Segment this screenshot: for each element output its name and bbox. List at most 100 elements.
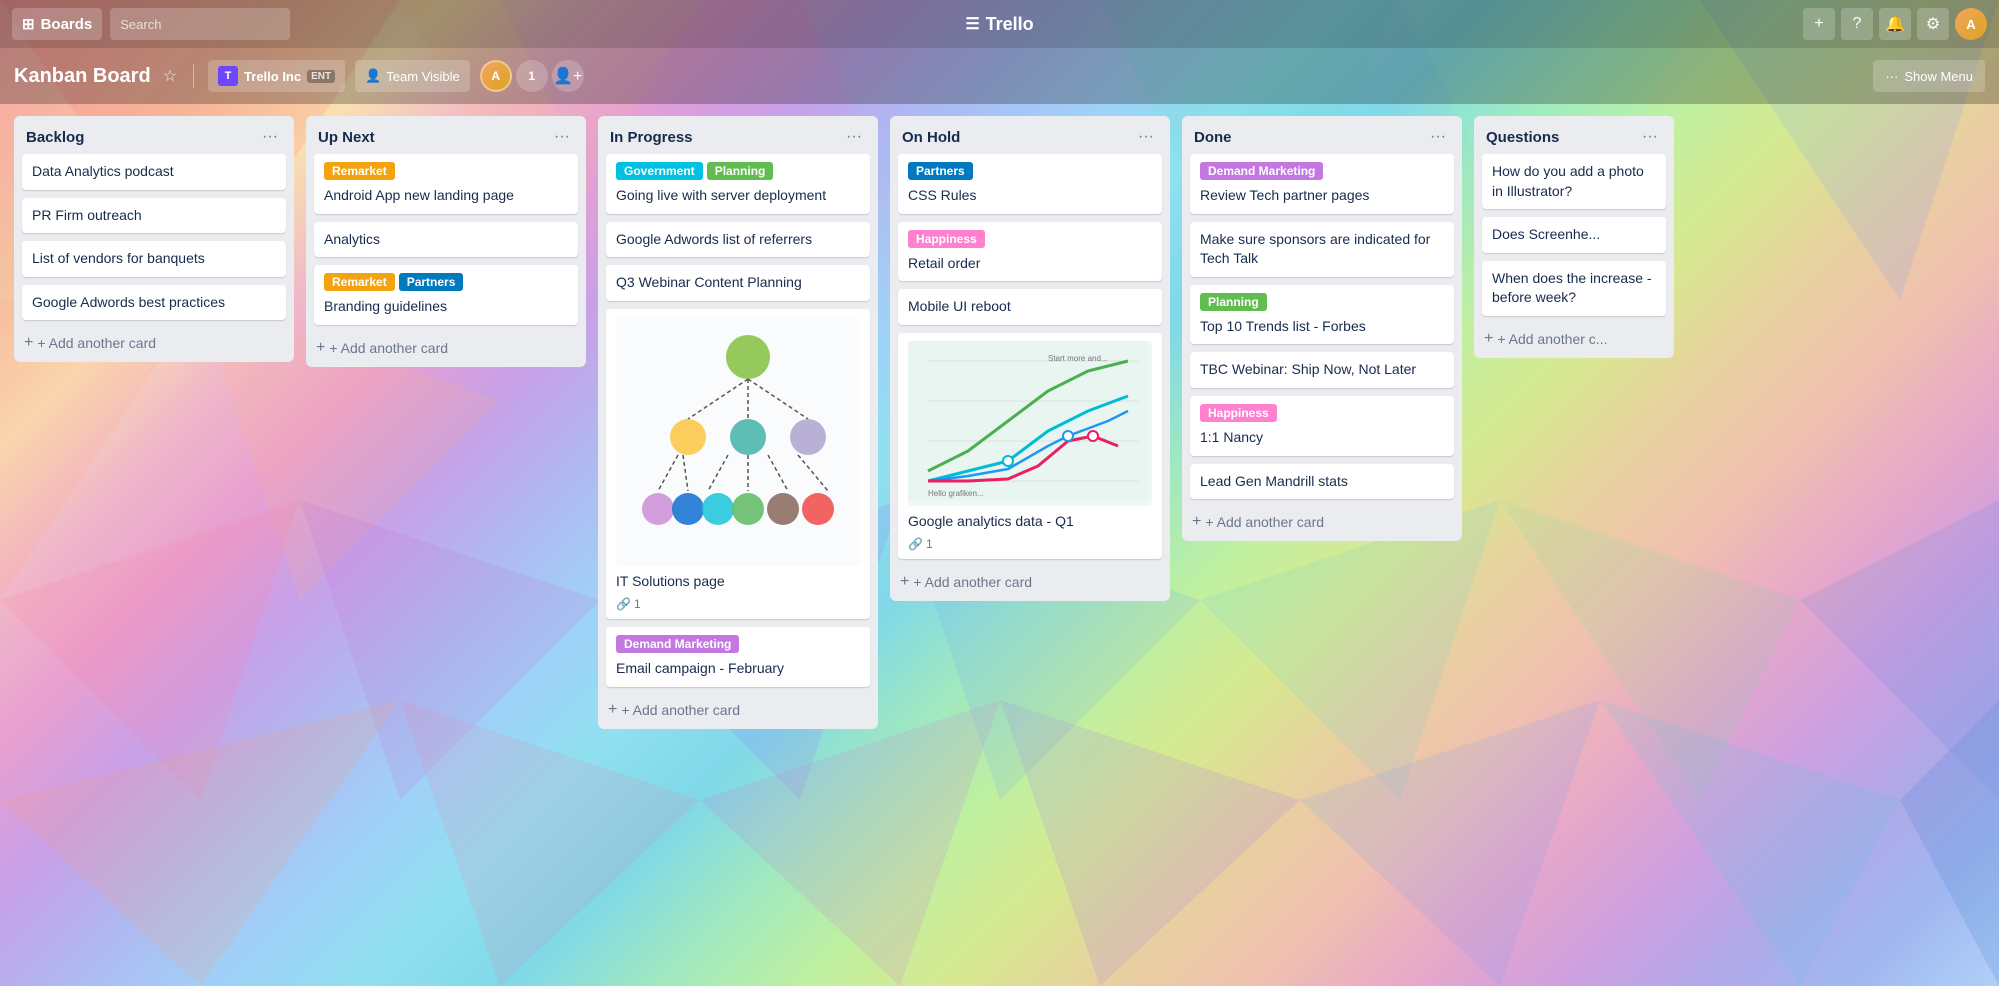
card-o4[interactable]: Hello grafiken... Start more and... Goog… <box>898 333 1162 560</box>
visibility-icon: 👤 <box>365 68 381 84</box>
column-menu-button[interactable]: ··· <box>1134 126 1158 148</box>
plus-icon: + <box>1814 15 1823 33</box>
divider <box>193 64 194 88</box>
add-card-icon: + <box>608 701 617 719</box>
card-p3[interactable]: Q3 Webinar Content Planning <box>606 265 870 301</box>
card-o3[interactable]: Mobile UI reboot <box>898 289 1162 325</box>
column-cards: Demand Marketing Review Tech partner pag… <box>1182 154 1462 507</box>
card-title: When does the increase - before week? <box>1492 269 1656 308</box>
column-menu-button[interactable]: ··· <box>842 126 866 148</box>
add-card-label: + Add another card <box>621 702 740 718</box>
card-b4[interactable]: Google Adwords best practices <box>22 285 286 321</box>
card-b1[interactable]: Data Analytics podcast <box>22 154 286 190</box>
add-card-button[interactable]: + + Add another card <box>890 567 1170 601</box>
add-card-button[interactable]: + + Add another card <box>306 333 586 367</box>
column-header: In Progress ··· <box>598 116 878 154</box>
card-d2[interactable]: Make sure sponsors are indicated for Tec… <box>1190 222 1454 277</box>
column-header: Up Next ··· <box>306 116 586 154</box>
card-o2[interactable]: Happiness Retail order <box>898 222 1162 282</box>
member-count-badge[interactable]: 1 <box>516 60 548 92</box>
card-label: Happiness <box>908 230 985 248</box>
column-menu-button[interactable]: ··· <box>550 126 574 148</box>
show-menu-label: Show Menu <box>1904 69 1973 84</box>
card-d5[interactable]: Happiness 1:1 Nancy <box>1190 396 1454 456</box>
card-title: CSS Rules <box>908 186 1152 206</box>
user-avatar[interactable]: A <box>1955 8 1987 40</box>
card-o1[interactable]: Partners CSS Rules <box>898 154 1162 214</box>
card-labels: Remarket <box>324 162 568 180</box>
card-title: List of vendors for banquets <box>32 249 276 269</box>
help-button[interactable]: ? <box>1841 8 1873 40</box>
card-title: Google Adwords list of referrers <box>616 230 860 250</box>
card-q1[interactable]: How do you add a photo in Illustrator? <box>1482 154 1666 209</box>
card-title: Review Tech partner pages <box>1200 186 1444 206</box>
notification-button[interactable]: 🔔 <box>1879 8 1911 40</box>
trello-icon: ☰ <box>965 14 979 34</box>
attachment-count: 🔗 1 <box>908 537 933 551</box>
star-button[interactable]: ☆ <box>161 64 179 88</box>
show-menu-button[interactable]: ··· Show Menu <box>1873 60 1985 92</box>
card-d3[interactable]: Planning Top 10 Trends list - Forbes <box>1190 285 1454 345</box>
card-labels: Happiness <box>908 230 1152 248</box>
column-menu-button[interactable]: ··· <box>258 126 282 148</box>
workspace-icon: T <box>218 66 238 86</box>
add-card-button[interactable]: + + Add another card <box>598 695 878 729</box>
visibility-label: Team Visible <box>386 69 459 84</box>
column-header: Questions ··· <box>1474 116 1674 154</box>
workspace-label: Trello Inc <box>244 69 301 84</box>
settings-button[interactable]: ⚙ <box>1917 8 1949 40</box>
card-q2[interactable]: Does Screenhe... <box>1482 217 1666 253</box>
column-cards: Partners CSS Rules Happiness Retail orde… <box>890 154 1170 567</box>
add-card-button[interactable]: + + Add another card <box>14 328 294 362</box>
card-label: Planning <box>1200 293 1267 311</box>
card-b2[interactable]: PR Firm outreach <box>22 198 286 234</box>
svg-text:Hello grafiken...: Hello grafiken... <box>928 489 984 498</box>
add-card-label: + Add another card <box>37 335 156 351</box>
search-input[interactable] <box>110 8 290 40</box>
board-title: Kanban Board <box>14 65 151 88</box>
card-label: Remarket <box>324 273 395 291</box>
card-title: Google Adwords best practices <box>32 293 276 313</box>
card-labels: Demand Marketing <box>1200 162 1444 180</box>
card-title: Mobile UI reboot <box>908 297 1152 317</box>
card-d1[interactable]: Demand Marketing Review Tech partner pag… <box>1190 154 1454 214</box>
board-header: Kanban Board ☆ T Trello Inc ENT 👤 Team V… <box>0 48 1999 104</box>
card-title: Retail order <box>908 254 1152 274</box>
add-member-button[interactable]: 👤+ <box>552 60 584 92</box>
card-p2[interactable]: Google Adwords list of referrers <box>606 222 870 258</box>
boards-button[interactable]: ⊞ Boards <box>12 8 102 40</box>
card-u3[interactable]: RemarketPartners Branding guidelines <box>314 265 578 325</box>
card-d6[interactable]: Lead Gen Mandrill stats <box>1190 464 1454 500</box>
card-title: Branding guidelines <box>324 297 568 317</box>
card-labels: GovernmentPlanning <box>616 162 860 180</box>
column-cards: How do you add a photo in Illustrator? D… <box>1474 154 1674 324</box>
card-p5[interactable]: Demand Marketing Email campaign - Februa… <box>606 627 870 687</box>
card-p1[interactable]: GovernmentPlanning Going live with serve… <box>606 154 870 214</box>
card-label: Remarket <box>324 162 395 180</box>
workspace-button[interactable]: T Trello Inc ENT <box>208 60 345 92</box>
column-title: Done <box>1194 129 1232 146</box>
card-d4[interactable]: TBC Webinar: Ship Now, Not Later <box>1190 352 1454 388</box>
svg-text:Start more and...: Start more and... <box>1048 354 1108 363</box>
card-u1[interactable]: Remarket Android App new landing page <box>314 154 578 214</box>
card-labels: Demand Marketing <box>616 635 860 653</box>
add-card-label: + Add another card <box>1205 514 1324 530</box>
card-label: Planning <box>707 162 774 180</box>
visibility-button[interactable]: 👤 Team Visible <box>355 60 470 92</box>
member-avatar-1[interactable]: A <box>480 60 512 92</box>
card-p4[interactable]: IT Solutions page 🔗 1 <box>606 309 870 620</box>
column-header: On Hold ··· <box>890 116 1170 154</box>
card-title: 1:1 Nancy <box>1200 428 1444 448</box>
column-menu-button[interactable]: ··· <box>1638 126 1662 148</box>
members-area: A 1 👤+ <box>480 60 584 92</box>
add-card-button[interactable]: + + Add another card <box>1182 507 1462 541</box>
card-b3[interactable]: List of vendors for banquets <box>22 241 286 277</box>
column-menu-button[interactable]: ··· <box>1426 126 1450 148</box>
card-q3[interactable]: When does the increase - before week? <box>1482 261 1666 316</box>
card-u2[interactable]: Analytics <box>314 222 578 258</box>
card-title: Lead Gen Mandrill stats <box>1200 472 1444 492</box>
add-card-button[interactable]: + + Add another c... <box>1474 324 1674 358</box>
add-board-button[interactable]: + <box>1803 8 1835 40</box>
column-done: Done ··· Demand Marketing Review Tech pa… <box>1182 116 1462 541</box>
card-title: Make sure sponsors are indicated for Tec… <box>1200 230 1444 269</box>
